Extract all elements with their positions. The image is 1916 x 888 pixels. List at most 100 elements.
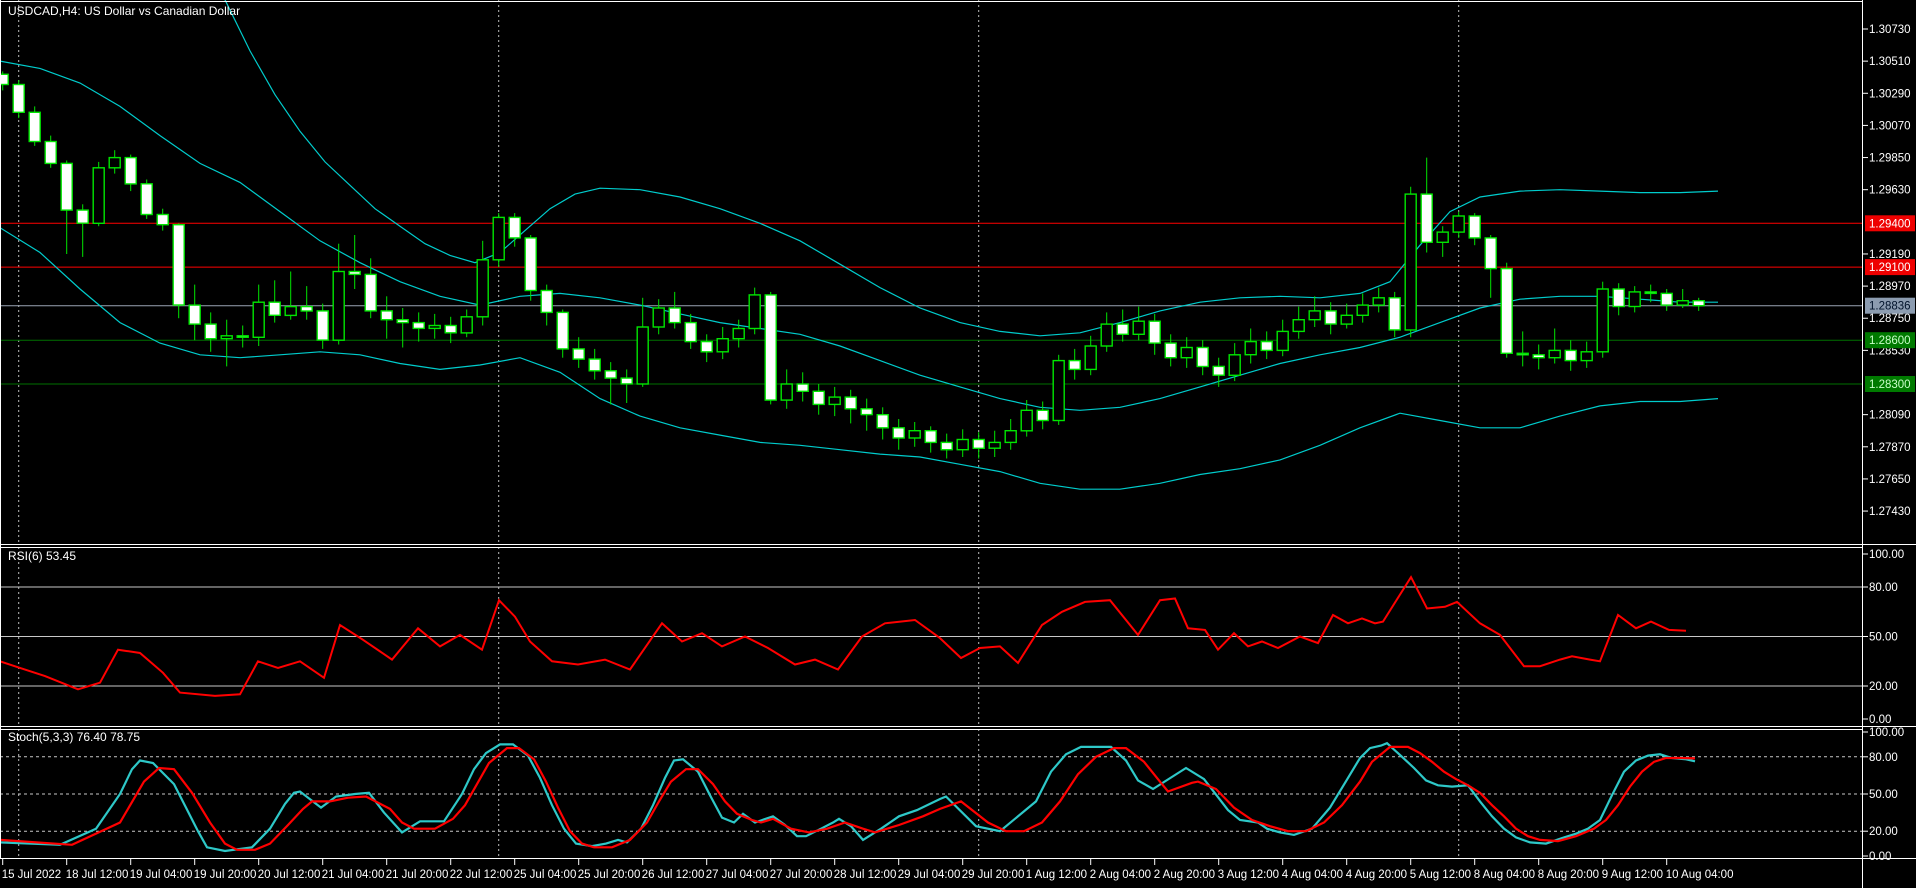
candle-body: [1036, 409, 1049, 422]
price-axis-label: 1.30290: [1869, 88, 1911, 100]
candle: [1164, 334, 1177, 367]
candle: [204, 312, 217, 352]
candle: [1116, 309, 1129, 342]
candle-body: [1212, 365, 1225, 376]
candle: [780, 369, 793, 409]
candle: [1388, 291, 1401, 338]
candle-body: [380, 310, 393, 321]
price-axis-label: 1.30070: [1869, 120, 1911, 132]
candle: [1132, 306, 1145, 341]
candle-body: [1564, 349, 1577, 362]
stoch-axis-label: 100.00: [1869, 727, 1904, 739]
candle: [76, 204, 89, 257]
candle-body: [1580, 351, 1593, 362]
candle-body: [556, 311, 569, 350]
price-badge-label: 1.28836: [1869, 301, 1911, 313]
candle-body: [636, 326, 649, 385]
candle: [940, 433, 953, 459]
candle: [844, 389, 857, 424]
candle: [1580, 341, 1593, 368]
time-axis-label: 26 Jul 12:00: [642, 869, 705, 881]
time-axis-label: 25 Jul 04:00: [514, 869, 577, 881]
time-axis-label: 10 Aug 04:00: [1666, 869, 1734, 881]
candle: [1148, 313, 1161, 355]
candle: [860, 398, 873, 431]
candle-body: [1100, 323, 1113, 347]
candle-body: [652, 307, 665, 328]
time-axis-label: 22 Jul 12:00: [450, 869, 513, 881]
candle-body: [684, 321, 697, 343]
rsi-axis-label: 20.00: [1869, 681, 1898, 693]
candle-body: [1452, 215, 1465, 233]
candle: [108, 150, 121, 174]
candle: [1004, 419, 1017, 450]
candle-body: [92, 167, 105, 225]
candle-body: [268, 301, 281, 317]
candle-body: [1180, 346, 1193, 359]
candle: [1308, 296, 1321, 327]
candle: [828, 386, 841, 417]
candle: [556, 309, 569, 358]
candle-body: [44, 140, 57, 165]
price-axis[interactable]: 1.30730 1.30510 1.30290 1.30070 1.29850 1.296…: [1862, 24, 1915, 863]
candle-body: [188, 304, 201, 325]
candle-body: [508, 216, 521, 239]
candle-body: [892, 427, 905, 439]
candle-body: [1148, 320, 1161, 344]
candle-body: [1676, 300, 1689, 306]
candle-body: [364, 273, 377, 312]
candle: [220, 319, 233, 367]
candle-body: [1644, 291, 1657, 295]
candle-body: [700, 340, 713, 353]
candle-body: [332, 270, 345, 341]
candle-body: [876, 414, 889, 429]
candle-body: [156, 213, 169, 226]
candle-body: [1420, 193, 1433, 244]
candle-body: [988, 441, 1001, 449]
candle: [892, 419, 905, 450]
candle-body: [716, 338, 729, 353]
stoch-axis-label: 50.00: [1869, 789, 1898, 801]
candle-body: [140, 183, 153, 216]
candle-body: [300, 305, 313, 312]
time-axis-label: 18 Jul 12:00: [66, 869, 129, 881]
time-axis-label: 20 Jul 12:00: [258, 869, 321, 881]
candle-body: [1692, 300, 1705, 307]
time-axis-label: 5 Aug 12:00: [1410, 869, 1471, 881]
candle: [812, 384, 825, 415]
candle: [268, 280, 281, 323]
candle-body: [620, 377, 633, 385]
candle: [332, 243, 345, 345]
candle-body: [1628, 291, 1641, 308]
time-axis-label: 1 Aug 12:00: [1026, 869, 1087, 881]
price-axis-label: 1.27650: [1869, 474, 1911, 486]
stoch-axis-label: 20.00: [1869, 826, 1898, 838]
candle: [28, 106, 41, 146]
candle: [796, 372, 809, 402]
candle-body: [524, 237, 537, 292]
candle-body: [1532, 354, 1545, 359]
candle-body: [588, 358, 601, 372]
candle-body: [108, 156, 121, 169]
candle: [732, 319, 745, 348]
candle: [636, 297, 649, 387]
candle: [1564, 340, 1577, 371]
candle: [172, 223, 185, 319]
time-axis[interactable]: 15 Jul 2022 18 Jul 12:00 19 Jul 04:00 19 Ju…: [2, 859, 1734, 881]
candle-body: [1132, 320, 1145, 336]
candle: [1036, 401, 1049, 430]
candle-body: [540, 289, 553, 314]
candle: [684, 313, 697, 349]
price-chart[interactable]: 1.30730 1.30510 1.30290 1.30070 1.29850 1.296…: [0, 0, 1916, 888]
candle-body: [12, 83, 25, 113]
candle-body: [1244, 340, 1257, 356]
candle: [1340, 303, 1353, 329]
candle-body: [284, 305, 297, 317]
candle: [908, 422, 921, 447]
candle-body: [1276, 330, 1289, 352]
candle: [1276, 319, 1289, 357]
time-axis-label: 2 Aug 20:00: [1154, 869, 1215, 881]
candle-body: [1052, 359, 1065, 422]
time-axis-label: 9 Aug 12:00: [1602, 869, 1663, 881]
candle: [1596, 281, 1609, 358]
